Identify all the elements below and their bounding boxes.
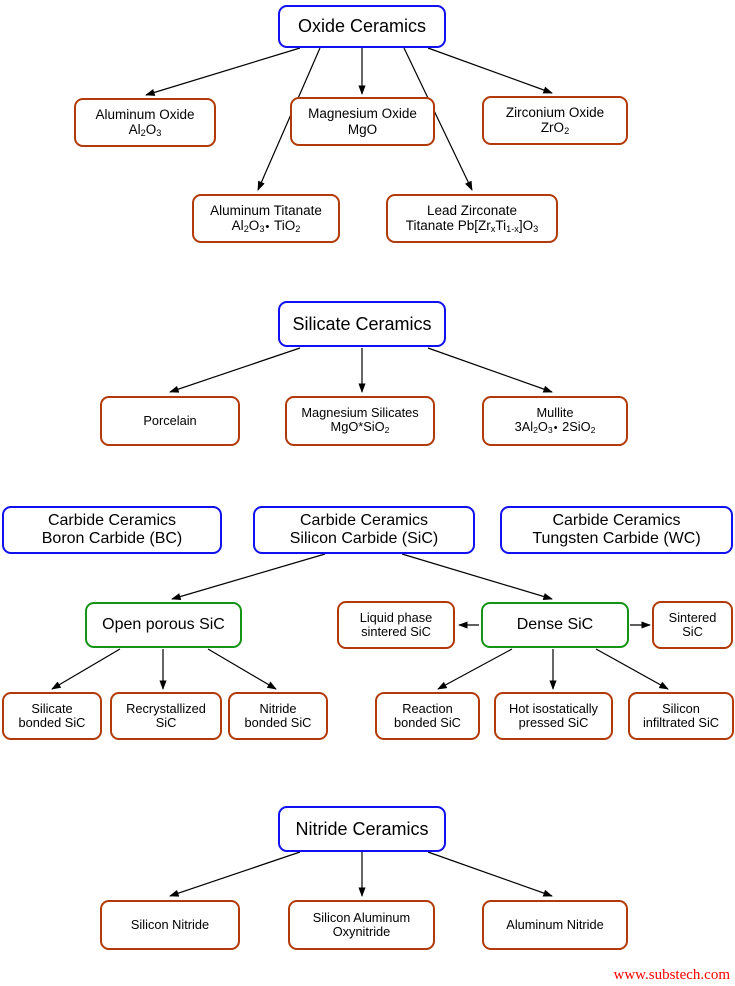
node-silicon-infiltrated-sic[interactable]: Silicon infiltrated SiC — [628, 692, 734, 740]
node-label-line1: Silicon Aluminum — [312, 909, 411, 925]
node-carbide-ceramics-tungsten-carbide[interactable]: Carbide Ceramics Tungsten Carbide (WC) — [500, 506, 733, 554]
node-label-line2: ZrO2 — [540, 119, 570, 136]
node-label-line2: bonded SiC — [394, 715, 461, 730]
node-magnesium-oxide[interactable]: Magnesium Oxide MgO — [290, 97, 435, 146]
node-label-line1: Nitride — [259, 700, 297, 716]
node-label-line1: Sintered — [668, 609, 717, 625]
node-label-line1: Magnesium Silicates — [301, 405, 419, 421]
node-label-line1: Carbide Ceramics — [47, 512, 177, 530]
node-oxide-ceramics[interactable]: Oxide Ceramics — [278, 5, 446, 48]
node-label-line2: Tungsten Carbide (WC) — [532, 530, 701, 547]
node-magnesium-silicates[interactable]: Magnesium Silicates MgO*SiO2 — [285, 396, 435, 446]
node-label-line1: Carbide Ceramics — [299, 512, 429, 530]
node-label-line2: pressed SiC — [518, 715, 589, 730]
node-hot-isostatically-pressed-sic[interactable]: Hot isostatically pressed SiC — [494, 692, 613, 740]
node-porcelain[interactable]: Porcelain — [100, 396, 240, 446]
node-sintered-sic[interactable]: Sintered SiC — [652, 601, 733, 649]
node-label: Silicate Ceramics — [292, 313, 432, 334]
node-label-line2: SiC — [155, 715, 177, 730]
node-mullite[interactable]: Mullite 3Al2O3• 2SiO2 — [482, 396, 628, 446]
node-label-line2: sintered SiC — [361, 624, 431, 639]
node-label-line1: Recrystallized — [126, 700, 206, 716]
node-label-line1: Lead Zirconate — [426, 202, 518, 218]
watermark-url: www.substech.com — [613, 967, 730, 983]
node-label-line2: bonded SiC — [18, 715, 86, 730]
node-label-line2: MgO*SiO2 — [330, 419, 390, 436]
node-aluminum-oxide[interactable]: Aluminum Oxide Al2O3 — [74, 98, 216, 147]
ceramics-classification-diagram: Oxide Ceramics Aluminum Oxide Al2O3 Magn… — [0, 0, 735, 986]
node-label-line1: Mullite — [536, 405, 574, 421]
node-label-line2: bonded SiC — [244, 715, 312, 730]
node-label-line2: Al2O3• TiO2 — [231, 217, 301, 234]
node-label-line1: Aluminum Oxide — [95, 106, 195, 122]
node-label-line1: Carbide Ceramics — [552, 512, 681, 530]
node-nitride-bonded-sic[interactable]: Nitride bonded SiC — [228, 692, 328, 740]
node-recrystallized-sic[interactable]: Recrystallized SiC — [110, 692, 222, 740]
node-label: Dense SiC — [516, 616, 594, 634]
node-reaction-bonded-sic[interactable]: Reaction bonded SiC — [375, 692, 480, 740]
node-aluminum-nitride[interactable]: Aluminum Nitride — [482, 900, 628, 950]
node-silicon-nitride[interactable]: Silicon Nitride — [100, 900, 240, 950]
node-label-line2: Silicon Carbide (SiC) — [289, 530, 439, 547]
node-label-line1: Reaction — [402, 700, 453, 716]
node-label: Oxide Ceramics — [297, 16, 427, 37]
node-carbide-ceramics-silicon-carbide[interactable]: Carbide Ceramics Silicon Carbide (SiC) — [253, 506, 475, 554]
node-open-porous-sic[interactable]: Open porous SiC — [85, 602, 242, 648]
node-dense-sic[interactable]: Dense SiC — [481, 602, 629, 648]
node-label-line2: 3Al2O3• 2SiO2 — [514, 419, 596, 436]
node-label-line1: Silicon — [662, 700, 700, 716]
node-label-line2: SiC — [682, 624, 703, 639]
node-label-line1: Aluminum Nitride — [506, 916, 604, 932]
node-label-line2: Al2O3 — [128, 121, 162, 138]
node-label-line1: Silicate — [31, 700, 73, 716]
node-label-line1: Porcelain — [143, 412, 197, 428]
node-label-line2: Oxynitride — [332, 924, 391, 939]
node-silicate-ceramics[interactable]: Silicate Ceramics — [278, 301, 446, 347]
node-nitride-ceramics[interactable]: Nitride Ceramics — [278, 806, 446, 852]
node-label-line1: Aluminum Titanate — [210, 202, 322, 218]
node-label: Nitride Ceramics — [295, 818, 429, 839]
node-liquid-phase-sintered-sic[interactable]: Liquid phase sintered SiC — [337, 601, 455, 649]
node-zirconium-oxide[interactable]: Zirconium Oxide ZrO2 — [482, 96, 628, 145]
node-label-line2: infiltrated SiC — [642, 715, 720, 730]
node-label-line1: Magnesium Oxide — [308, 106, 417, 122]
node-label-line1: Liquid phase — [359, 609, 433, 625]
node-aluminum-titanate[interactable]: Aluminum Titanate Al2O3• TiO2 — [192, 194, 340, 243]
node-label-line2: MgO — [347, 121, 378, 137]
node-label-line2: Titanate Pb[ZrxTi1-x]O3 — [405, 217, 539, 234]
node-label: Open porous SiC — [102, 616, 225, 634]
node-label-line2: Boron Carbide (BC) — [41, 530, 183, 547]
node-label-line1: Zirconium Oxide — [505, 104, 605, 120]
node-lead-zirconate-titanate[interactable]: Lead Zirconate Titanate Pb[ZrxTi1-x]O3 — [386, 194, 558, 243]
node-silicon-aluminum-oxynitride[interactable]: Silicon Aluminum Oxynitride — [288, 900, 435, 950]
node-label-line1: Silicon Nitride — [130, 916, 210, 932]
node-silicate-bonded-sic[interactable]: Silicate bonded SiC — [2, 692, 102, 740]
node-label-line1: Hot isostatically — [509, 700, 598, 716]
node-carbide-ceramics-boron-carbide[interactable]: Carbide Ceramics Boron Carbide (BC) — [2, 506, 222, 554]
